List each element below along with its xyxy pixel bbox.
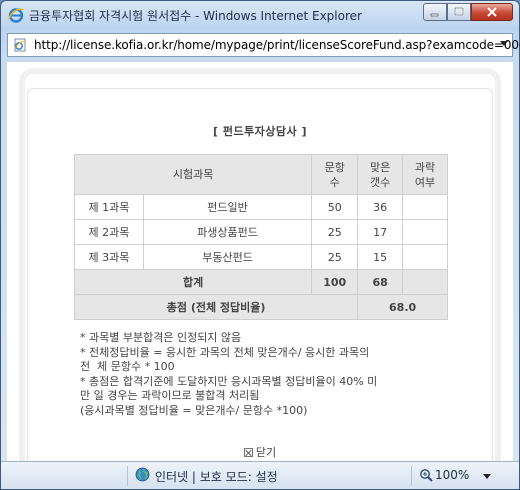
row-questions: 50 [311,194,359,220]
close-window-button[interactable] [471,3,513,21]
table-header: 시험과목 문항 수 맞은 갯수 과락 여부 [73,154,448,195]
total-row: 총점 (전체 정답비율) 68.0 [73,294,448,320]
header-fail: 과락 여부 [402,154,448,195]
title-bar[interactable]: 금융투자협회 자격시험 원서접수 - Windows Internet Expl… [1,1,519,29]
address-bar[interactable]: http://license.kofia.or.kr/home/mypage/p… [7,33,520,57]
table-row: 제 1과목 펀드일반 50 36 [74,194,448,220]
sum-row: 합계 100 68 [73,269,448,295]
row-part: 제 2과목 [74,219,144,245]
window-controls [423,3,513,21]
status-divider [411,466,412,486]
total-value: 68.0 [357,294,448,320]
header-subject: 시험과목 [73,154,313,195]
close-icon [487,7,497,17]
status-bar: 인터넷 | 보호 모드: 설정 100% [1,461,519,489]
close-label: 닫기 [255,446,277,459]
score-table: 시험과목 문항 수 맞은 갯수 과락 여부 제 1과목 펀드일반 50 36 제 2과… [73,154,448,320]
row-subject: 부동산펀드 [142,244,313,270]
total-label: 총점 (전체 정답비율) [73,294,359,320]
security-zone[interactable]: 인터넷 | 보호 모드: 설정 [155,468,278,485]
zoom-level[interactable]: 100% [435,468,469,482]
row-subject: 펀드일반 [142,194,313,220]
page-title: [ 펀드투자상담사 ] [212,125,308,138]
page-content: [ 펀드투자상담사 ] 시험과목 문항 수 맞은 갯수 과락 여부 제 1과목 펀드일… [7,62,513,461]
row-fail [402,219,448,245]
zoom-icon [420,469,433,482]
header-questions: 문항 수 [311,154,359,195]
row-subject: 파생상품펀드 [142,219,313,245]
sum-questions: 100 [311,269,359,295]
note-line: * 총점은 합격기준에 도달하지만 응시과목별 정답비율이 40% 미 [80,374,378,388]
page-icon [14,38,26,52]
row-correct: 17 [357,219,404,245]
sum-label: 합계 [73,269,313,295]
notes: * 과목별 부분합격은 인정되지 않음 * 전체정답비율 = 응시한 과목의 전… [80,331,460,418]
url-dropdown-icon[interactable] [500,41,508,46]
row-fail [402,194,448,220]
table-row: 제 2과목 파생상품펀드 25 17 [74,219,448,245]
status-divider [127,466,128,486]
close-link[interactable]: 닫기 [7,444,513,460]
globe-icon [135,467,150,482]
row-questions: 25 [311,244,359,270]
zoom-dropdown-icon[interactable] [483,474,491,479]
minimize-button[interactable] [423,3,447,21]
table-row: 제 3과목 부동산펀드 25 15 [74,244,448,270]
note-line: * 전체정답비율 = 응시한 과목의 전체 맞은개수/ 응시한 과목의 [80,345,370,359]
sum-fail [402,269,448,295]
maximize-icon [454,7,464,16]
browser-window: 금융투자협회 자격시험 원서접수 - Windows Internet Expl… [0,0,520,490]
row-correct: 36 [357,194,404,220]
row-questions: 25 [311,219,359,245]
row-part: 제 3과목 [74,244,144,270]
window-title: 금융투자협회 자격시험 원서접수 - Windows Internet Expl… [29,9,362,23]
url-text[interactable]: http://license.kofia.or.kr/home/mypage/p… [34,38,520,52]
close-box-icon [243,448,253,457]
header-correct: 맞은 갯수 [357,154,404,195]
ie-logo-icon [8,8,24,23]
maximize-button[interactable] [447,3,471,21]
row-correct: 15 [357,244,404,270]
sum-correct: 68 [357,269,404,295]
row-part: 제 1과목 [74,194,144,220]
note-line: 만 일 경우는 과락이므로 불합격 처리됨 [80,389,260,402]
note-line: 전 체 문항수 * 100 [80,360,175,373]
minimize-icon [430,13,439,17]
row-fail [402,244,448,270]
note-line: * 과목별 부분합격은 인정되지 않음 [80,331,242,344]
note-line: (응시과목별 정답비율 = 맞은개수/ 문항수 *100) [80,403,308,417]
